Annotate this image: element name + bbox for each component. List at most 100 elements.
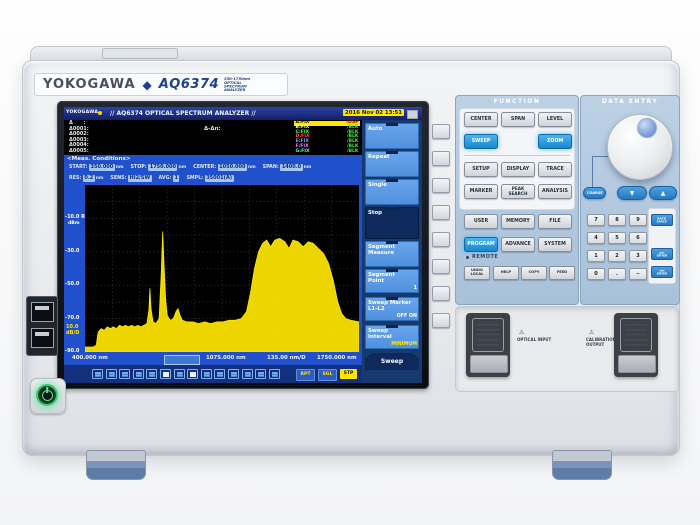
key-peak[interactable]: PEAK SEARCH xyxy=(501,184,535,199)
panel-softkey-6[interactable] xyxy=(432,259,450,274)
key-4[interactable]: 4 xyxy=(587,232,605,244)
x-axis: 400.000 nm 1075.000 nm 135.00 nm/D 1750.… xyxy=(64,352,362,365)
remote-key-help[interactable]: HELP xyxy=(493,266,519,280)
usb-tab xyxy=(35,306,49,310)
key-trace[interactable]: TRACE xyxy=(538,162,572,177)
panel-softkey-5[interactable] xyxy=(432,232,450,247)
softkey-segment[interactable]: Segment Measure xyxy=(365,241,419,267)
key-label: BACK SPACE xyxy=(656,216,668,223)
panel-softkey-4[interactable] xyxy=(432,205,450,220)
condition-item: SPAN: 1400.0 nm xyxy=(263,164,312,171)
softkey-label: Repeat xyxy=(368,154,390,160)
power-button[interactable] xyxy=(36,384,58,406)
condition-item: START: 350.000 nm xyxy=(69,164,123,171)
key-8[interactable]: 8 xyxy=(608,214,626,226)
key-file[interactable]: FILE xyxy=(538,214,572,229)
marker-row: Δ0005: xyxy=(69,147,89,154)
status-icon xyxy=(173,368,185,379)
key-label: nm ENTER xyxy=(656,268,668,275)
condition-label: RES: xyxy=(69,175,82,181)
key-zoom[interactable]: ZOOM xyxy=(538,134,572,149)
remote-key-undo[interactable]: UNDO LOCAL xyxy=(464,266,490,280)
key-back[interactable]: BACK SPACE xyxy=(651,214,673,226)
key-2[interactable]: 2 xyxy=(608,250,626,262)
key-5[interactable]: 5 xyxy=(608,232,626,244)
optical-input-cover xyxy=(472,318,504,352)
key-dot[interactable]: . xyxy=(608,268,626,280)
key-µm[interactable]: µm ENTER xyxy=(651,248,673,260)
remote-key-copy[interactable]: COPY xyxy=(521,266,547,280)
key-9[interactable]: 9 xyxy=(629,214,647,226)
calibration-output-label: CALIBRATION OUTPUT xyxy=(586,337,616,347)
y-tick-label: -50.0 xyxy=(65,281,80,288)
remote-key-feed[interactable]: FEED xyxy=(549,266,575,280)
key-level[interactable]: LEVEL xyxy=(538,112,572,127)
condition-item: SMPL: 35001(A) xyxy=(186,175,234,182)
key-analysis[interactable]: ANALYSIS xyxy=(538,184,572,199)
key-advance[interactable]: ADVANCE xyxy=(501,237,535,252)
softkey-label: Segment Measure xyxy=(368,244,396,256)
instrument-photo: YOKOGAWA ◆ AQ6374 350-1750nm OPTICAL SPE… xyxy=(0,0,700,525)
key-display[interactable]: DISPLAY xyxy=(501,162,535,177)
softkey-label: Sweep Interval xyxy=(368,328,392,340)
x-axis-stop-label: 1750.000 nm xyxy=(317,355,357,361)
softkey-single[interactable]: Single xyxy=(365,179,419,205)
softkey-sweep-marker[interactable]: Sweep Marker L1-L2 OFF ON xyxy=(365,297,419,321)
key-7[interactable]: 7 xyxy=(587,214,605,226)
key-sweep[interactable]: SWEEP xyxy=(464,134,498,149)
key-6[interactable]: 6 xyxy=(629,232,647,244)
x-axis-scale-label: 135.00 nm/D xyxy=(267,355,306,361)
softkey-sweep[interactable]: Sweep Interval MINIMUM xyxy=(365,325,419,349)
softkey-repeat[interactable]: Repeat xyxy=(365,151,419,177)
function-panel: FUNCTION CENTER SPAN LEVEL SWEEP ZOOM SETUP DI… xyxy=(455,95,579,305)
softkey-value: 1 xyxy=(413,286,417,291)
condition-value: 0.2 xyxy=(82,175,95,182)
softkey-auto[interactable]: Auto xyxy=(365,123,419,149)
key-1[interactable]: 1 xyxy=(587,250,605,262)
model-name: AQ6374 xyxy=(158,77,220,92)
key-0[interactable]: 0 xyxy=(587,268,605,280)
panel-softkey-7[interactable] xyxy=(432,286,450,301)
key-nm[interactable]: nm ENTER xyxy=(651,266,673,278)
panel-softkey-8[interactable] xyxy=(432,313,450,328)
softkey-segment[interactable]: Segment Point 1 xyxy=(365,269,419,293)
key-memory[interactable]: MEMORY xyxy=(501,214,535,229)
condition-item: STOP: 1750.000 nm xyxy=(130,164,186,171)
key-program[interactable]: PROGRAM xyxy=(464,237,498,252)
key-label: µm ENTER xyxy=(656,250,668,257)
trace-row: G:FIX/BLK xyxy=(294,149,360,155)
usb-port-bottom xyxy=(31,328,54,348)
io-bay: ⚠ OPTICAL INPUT ⚠ CALIBRATION OUTPUT xyxy=(455,306,679,392)
remote-label: REMOTE xyxy=(472,254,499,260)
usb-port-top xyxy=(31,302,54,322)
softkey-label: Sweep Marker L1-L2 xyxy=(368,300,412,312)
sweep-tab: Sweep xyxy=(365,353,419,370)
key-center[interactable]: CENTER xyxy=(464,112,498,127)
status-badge-stp: STP xyxy=(340,368,357,379)
panel-softkey-2[interactable] xyxy=(432,151,450,166)
softkey-label: Auto xyxy=(368,126,383,132)
status-icon xyxy=(92,368,103,379)
condition-label: SENS: xyxy=(110,175,127,181)
panel-softkey-3[interactable] xyxy=(432,178,450,193)
calibration-output-connector xyxy=(614,313,658,377)
physical-softkeys xyxy=(432,124,450,354)
key-system[interactable]: SYSTEM xyxy=(538,237,572,252)
key-setup[interactable]: SETUP xyxy=(464,162,498,177)
key-marker[interactable]: MARKER xyxy=(464,184,498,199)
status-bar: RPT SGL STP xyxy=(64,365,362,383)
key-span[interactable]: SPAN xyxy=(501,112,535,127)
panel-softkey-1[interactable] xyxy=(432,124,450,139)
measurement-conditions: <Meas. Conditions> START: 350.000 nm STOP: 1… xyxy=(64,155,362,185)
key-user[interactable]: USER xyxy=(464,214,498,229)
status-badges: RPT SGL STP xyxy=(296,365,362,383)
key-minus[interactable]: − xyxy=(629,268,647,280)
screen-brand-dot-icon xyxy=(98,111,102,115)
softkey-column: Sweep Auto Repeat Single Stop Segment Measur… xyxy=(362,120,422,383)
softkey-stop[interactable]: Stop xyxy=(365,207,419,239)
key-3[interactable]: 3 xyxy=(629,250,647,262)
condition-unit: nm xyxy=(303,164,312,170)
status-icon xyxy=(268,368,280,379)
optical-input-label: OPTICAL INPUT xyxy=(517,337,552,342)
power-button-housing xyxy=(30,378,66,414)
